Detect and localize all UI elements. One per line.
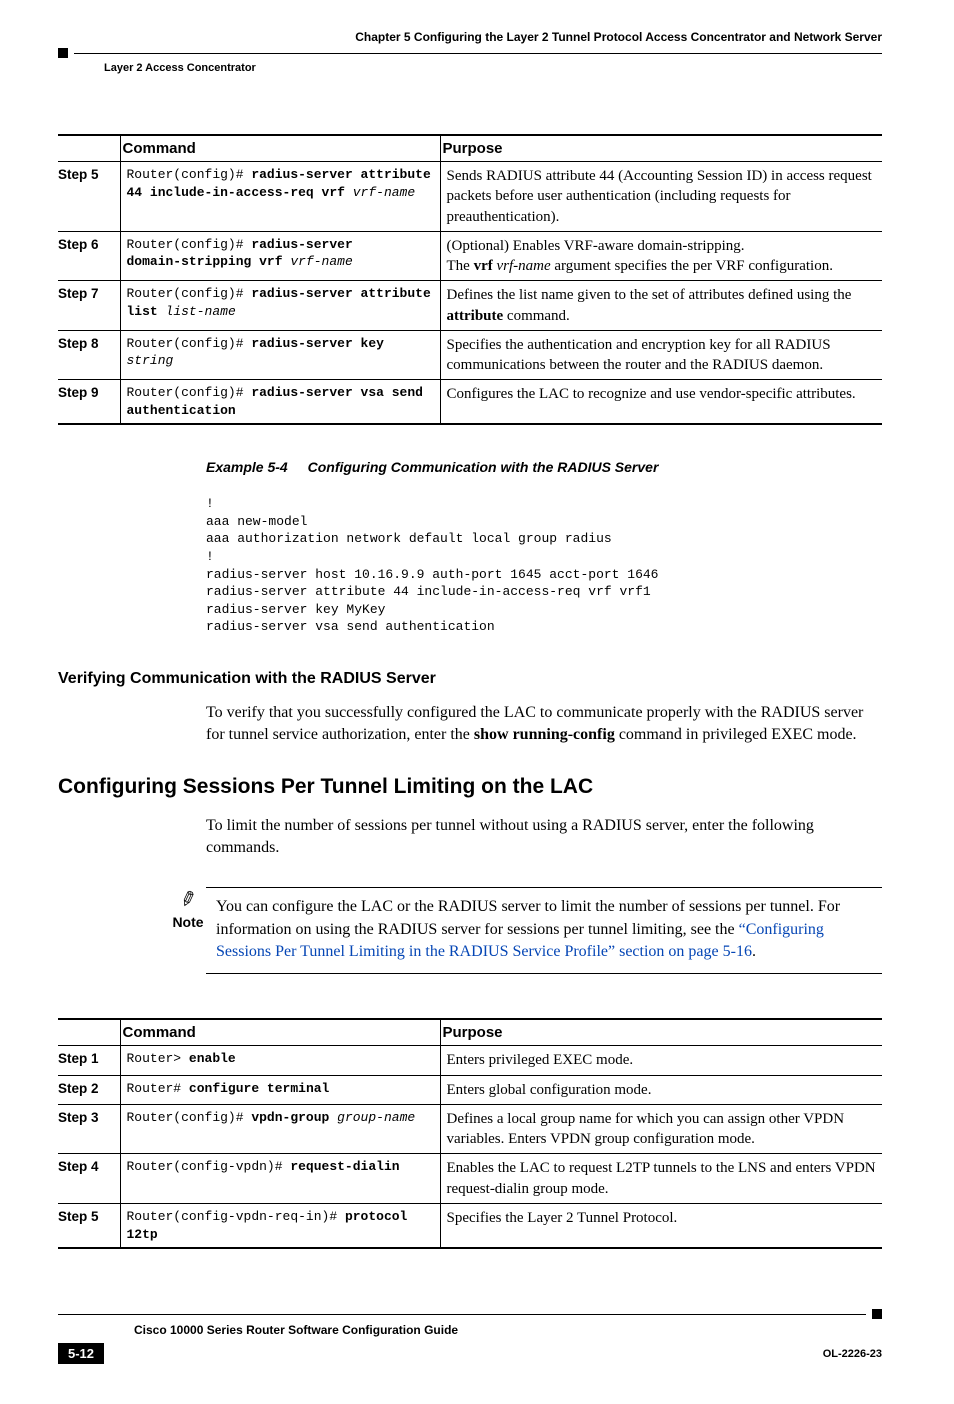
footer-row: 5-12 OL-2226-23 [58, 1343, 882, 1364]
step-label: Step 5 [58, 162, 120, 232]
note-label: Note [170, 914, 206, 930]
command-table-1: Command Purpose Step 5Router(config)# ra… [58, 134, 882, 425]
verify-heading: Verifying Communication with the RADIUS … [58, 670, 882, 688]
command-cell: Router(config)# radius-serverdomain-stri… [120, 231, 440, 281]
purpose-cell: Enables the LAC to request L2TP tunnels … [440, 1154, 882, 1204]
command-table-2: Command Purpose Step 1Router> enableEnte… [58, 1018, 882, 1249]
example-caption: Example 5-4 Configuring Communication wi… [206, 459, 882, 475]
command-cell: Router(config)# radius-server attribute4… [120, 162, 440, 232]
command-cell: Router(config)# vpdn-group group-name [120, 1104, 440, 1154]
section-title: Layer 2 Access Concentrator [104, 62, 882, 74]
step-label: Step 9 [58, 380, 120, 425]
command-cell: Router(config)# radius-server vsa sendau… [120, 380, 440, 425]
running-header: Chapter 5 Configuring the Layer 2 Tunnel… [58, 30, 882, 44]
header-rule [58, 48, 882, 58]
step-label: Step 6 [58, 231, 120, 281]
col-command: Command [120, 135, 440, 162]
page-number: 5-12 [58, 1343, 104, 1364]
step-label: Step 1 [58, 1046, 120, 1075]
header-rule-marker [58, 48, 68, 58]
step-label: Step 7 [58, 281, 120, 331]
step-label: Step 4 [58, 1154, 120, 1204]
example-code: ! aaa new-model aaa authorization networ… [206, 495, 882, 635]
command-cell: Router> enable [120, 1046, 440, 1075]
chapter-title: Chapter 5 Configuring the Layer 2 Tunnel… [355, 30, 882, 44]
col-purpose: Purpose [440, 135, 882, 162]
doc-number: OL-2226-23 [823, 1348, 882, 1360]
purpose-cell: Configures the LAC to recognize and use … [440, 380, 882, 425]
step-label: Step 2 [58, 1075, 120, 1104]
purpose-cell: Sends RADIUS attribute 44 (Accounting Se… [440, 162, 882, 232]
purpose-cell: Specifies the Layer 2 Tunnel Protocol. [440, 1203, 882, 1248]
footer-rule [58, 1309, 882, 1319]
note-body: You can configure the LAC or the RADIUS … [206, 887, 882, 974]
purpose-cell: Enters global configuration mode. [440, 1075, 882, 1104]
purpose-cell: (Optional) Enables VRF-aware domain-stri… [440, 231, 882, 281]
footer-rule-marker [872, 1309, 882, 1319]
command-cell: Router# configure terminal [120, 1075, 440, 1104]
command-cell: Router(config-vpdn-req-in)# protocol 12t… [120, 1203, 440, 1248]
col-purpose: Purpose [440, 1019, 882, 1046]
purpose-cell: Enters privileged EXEC mode. [440, 1046, 882, 1075]
command-cell: Router(config-vpdn)# request-dialin [120, 1154, 440, 1204]
col-command: Command [120, 1019, 440, 1046]
command-cell: Router(config)# radius-server key string [120, 330, 440, 380]
purpose-cell: Specifies the authentication and encrypt… [440, 330, 882, 380]
step-label: Step 8 [58, 330, 120, 380]
note-block: ✎ Note You can configure the LAC or the … [170, 887, 882, 974]
footer-guide: Cisco 10000 Series Router Software Confi… [134, 1323, 882, 1337]
step-label: Step 5 [58, 1203, 120, 1248]
purpose-cell: Defines the list name given to the set o… [440, 281, 882, 331]
verify-body: To verify that you successfully configur… [206, 702, 882, 747]
note-pen-icon: ✎ [176, 885, 200, 914]
step-label: Step 3 [58, 1104, 120, 1154]
purpose-cell: Defines a local group name for which you… [440, 1104, 882, 1154]
sessions-heading: Configuring Sessions Per Tunnel Limiting… [58, 775, 882, 799]
sessions-body: To limit the number of sessions per tunn… [206, 815, 882, 860]
command-cell: Router(config)# radius-server attributel… [120, 281, 440, 331]
